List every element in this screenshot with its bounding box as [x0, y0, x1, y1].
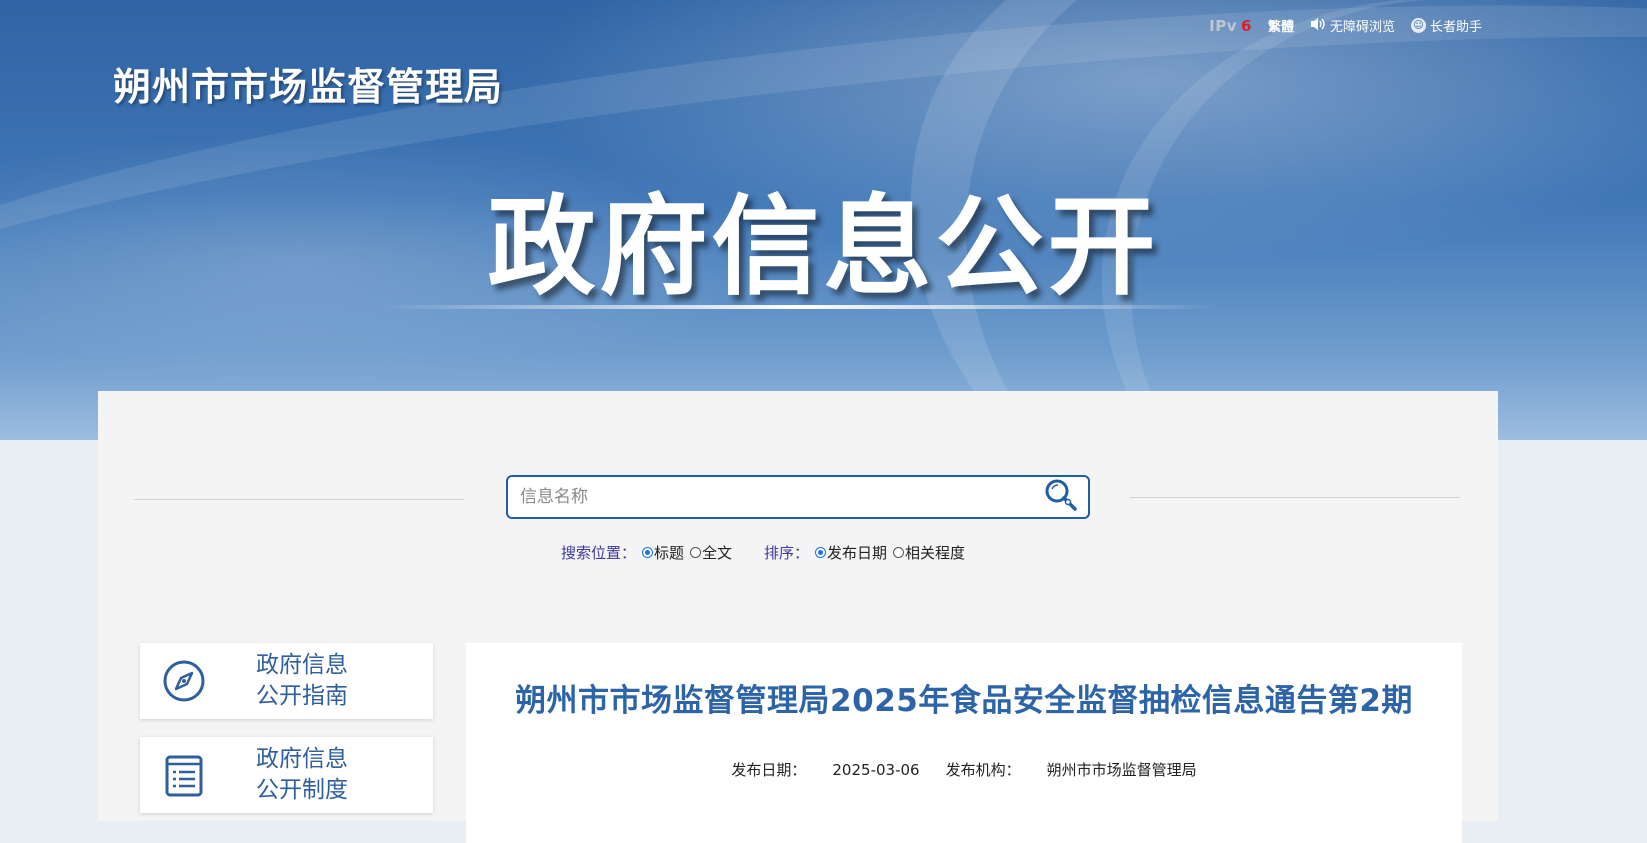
hero-divider — [380, 305, 1220, 309]
article-meta: 发布日期： 2025-03-06 发布机构： 朔州市市场监督管理局 — [466, 759, 1462, 780]
radio-sort-relevance[interactable]: 相关程度 — [893, 542, 965, 563]
page-hero-title: 政府信息公开 — [487, 185, 1160, 310]
radio-dot[interactable] — [893, 547, 905, 558]
document-list-icon — [162, 753, 206, 797]
radio-fulltext[interactable]: 全文 — [689, 542, 732, 563]
article-title: 朔州市市场监督管理局2025年食品安全监督抽检信息通告第2期 — [515, 683, 1413, 719]
publishing-org-value: 朔州市市场监督管理局 — [1046, 761, 1197, 779]
header-banner: IPv 6 繁體 无障碍浏览 ☺ 长者助手 朔州市市场监督管理局 政府信息公开 — [0, 0, 1647, 440]
sort-label: 排序： — [764, 544, 810, 562]
search-position-label: 搜索位置： — [560, 544, 636, 562]
publish-date-label: 发布日期： — [731, 761, 807, 779]
radio-title-label: 标题 — [653, 544, 684, 562]
traditional-chinese-label: 繁體 — [1267, 20, 1294, 35]
ipv6-number: 6 — [1241, 16, 1252, 35]
divider-right — [1130, 497, 1460, 498]
publishing-org: 发布机构： 朔州市市场监督管理局 — [946, 761, 1197, 779]
traditional-chinese-link[interactable]: 繁體 — [1268, 16, 1294, 35]
main-panel: 搜索位置： 标题 全文 排序： 发布日期 相关程度 — [98, 391, 1498, 843]
publish-date-value: 2025-03-06 — [832, 761, 920, 779]
sort-group: 排序： 发布日期 相关程度 — [764, 542, 965, 563]
publish-date: 发布日期： 2025-03-06 — [731, 761, 919, 779]
search-button[interactable] — [1034, 477, 1088, 517]
radio-dot-selected[interactable] — [641, 547, 653, 558]
sidebar-item-label: 政府信息 公开指南 — [256, 652, 348, 709]
sidebar-item-label: 政府信息 公开制度 — [256, 746, 348, 803]
sidebar-item-disclosure-system[interactable]: 政府信息 公开制度 — [140, 737, 433, 813]
search-input[interactable] — [508, 478, 1034, 516]
radio-dot-selected[interactable] — [815, 547, 827, 558]
search-key-icon — [1043, 477, 1079, 517]
top-utility-bar: IPv 6 繁體 无障碍浏览 ☺ 长者助手 — [1209, 16, 1482, 36]
search-bar — [506, 475, 1090, 519]
elder-icon: ☺ — [1410, 18, 1426, 33]
elder-mode-label: 长者助手 — [1429, 20, 1482, 35]
radio-sort-relevance-label: 相关程度 — [905, 544, 966, 562]
publishing-org-label: 发布机构： — [945, 761, 1021, 779]
divider-left — [134, 499, 464, 500]
speaker-icon — [1310, 17, 1326, 35]
article-panel: 朔州市市场监督管理局2025年食品安全监督抽检信息通告第2期 发布日期： 2025… — [466, 643, 1462, 843]
ipv6-badge: IPv 6 — [1209, 17, 1252, 35]
radio-title[interactable]: 标题 — [641, 542, 684, 563]
accessibility-link[interactable]: 无障碍浏览 — [1310, 16, 1395, 35]
accessibility-label: 无障碍浏览 — [1329, 20, 1395, 35]
search-options: 搜索位置： 标题 全文 排序： 发布日期 相关程度 — [98, 542, 1498, 563]
site-name: 朔州市市场监督管理局 — [113, 65, 504, 109]
ipv6-label: IPv — [1209, 16, 1238, 35]
elder-mode-link[interactable]: ☺ 长者助手 — [1410, 16, 1482, 35]
radio-sort-date[interactable]: 发布日期 — [815, 542, 887, 563]
compass-icon — [162, 659, 206, 703]
radio-sort-date-label: 发布日期 — [827, 544, 888, 562]
search-position-group: 搜索位置： 标题 全文 — [561, 542, 732, 563]
radio-fulltext-label: 全文 — [701, 544, 732, 562]
sidebar-item-disclosure-guide[interactable]: 政府信息 公开指南 — [140, 643, 433, 719]
radio-dot[interactable] — [689, 547, 701, 558]
